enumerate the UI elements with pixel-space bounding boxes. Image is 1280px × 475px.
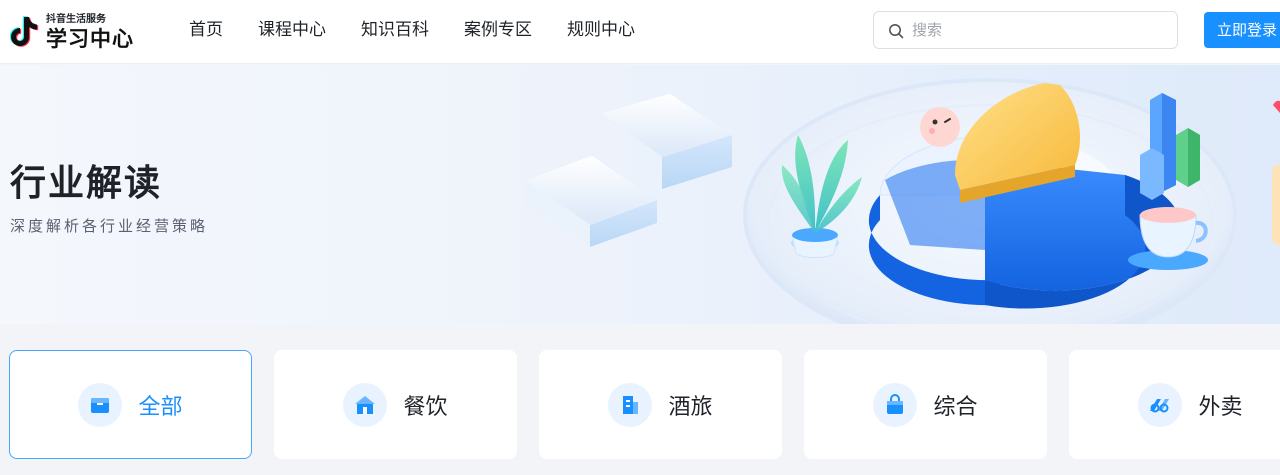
category-label: 酒旅: [668, 394, 713, 420]
main-nav: 首页 课程中心 知识百科 案例专区 规则中心: [189, 18, 635, 42]
category-label: 餐饮: [403, 394, 448, 420]
login-button[interactable]: 立即登录: [1204, 12, 1280, 48]
banner-illustration: [522, 78, 1280, 324]
house-icon: [343, 382, 388, 427]
building-icon: [608, 382, 653, 427]
category-label: 外卖: [1198, 394, 1243, 420]
emoji-ball-decoration: [920, 107, 960, 147]
category-all[interactable]: 全部: [9, 350, 252, 459]
nav-knowledge[interactable]: 知识百科: [361, 18, 429, 42]
search-input[interactable]: [912, 18, 1162, 42]
bag-icon: [873, 382, 918, 427]
hero-banner: 行业解读 深度解析各行业经营策略: [0, 65, 1280, 324]
category-label: 综合: [933, 394, 978, 420]
category-delivery[interactable]: 外卖: [1069, 350, 1280, 459]
logo[interactable]: 抖音生活服务 学习中心: [10, 9, 140, 51]
nav-cases[interactable]: 案例专区: [464, 18, 532, 42]
box-icon: [78, 382, 123, 427]
tile-blocks: [522, 92, 734, 247]
delivery-icon: [1138, 382, 1183, 427]
banner-subtitle: 深度解析各行业经营策略: [10, 217, 209, 235]
category-list: 全部 餐饮 酒旅 综合 外卖: [9, 350, 1280, 460]
search-box[interactable]: [873, 11, 1178, 49]
nav-rules[interactable]: 规则中心: [567, 18, 635, 42]
top-header: 抖音生活服务 学习中心 首页 课程中心 知识百科 案例专区 规则中心 立即登录: [0, 0, 1280, 64]
search-icon: [889, 24, 904, 39]
logo-title: 学习中心: [46, 27, 134, 51]
category-hotel-travel[interactable]: 酒旅: [539, 350, 782, 459]
nav-home[interactable]: 首页: [189, 18, 223, 42]
category-food[interactable]: 餐饮: [274, 350, 517, 459]
douyin-logo-icon: [10, 16, 39, 47]
category-label: 全部: [138, 394, 183, 420]
nav-courses[interactable]: 课程中心: [258, 18, 326, 42]
category-general[interactable]: 综合: [804, 350, 1047, 459]
banner-title: 行业解读: [10, 163, 163, 204]
